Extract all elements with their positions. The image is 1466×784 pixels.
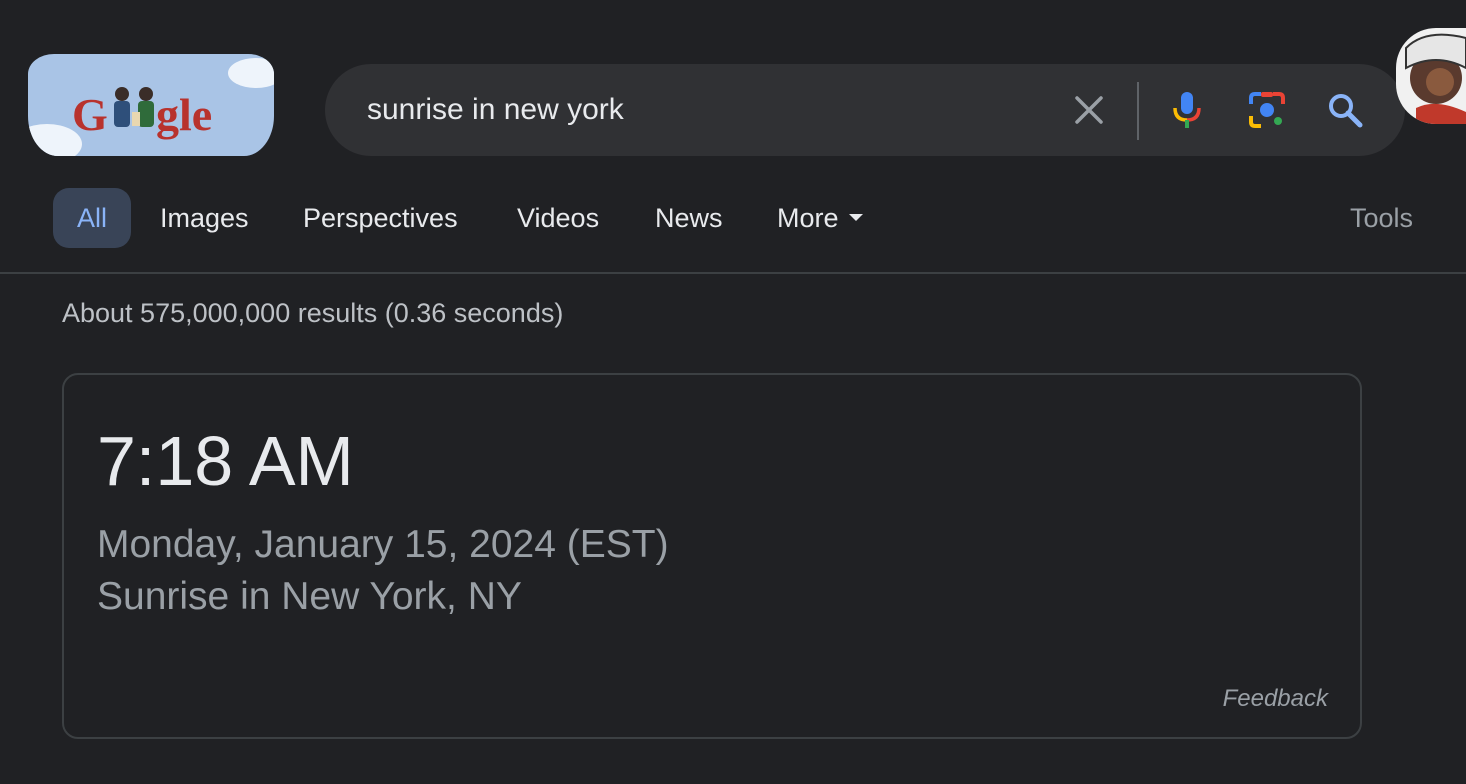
sunrise-location: Sunrise in New York, NY <box>97 575 522 618</box>
svg-text:gle: gle <box>156 89 212 140</box>
caret-down-icon <box>848 214 863 222</box>
sunrise-answer-card: 7:18 AM Monday, January 15, 2024 (EST) S… <box>62 373 1362 739</box>
sunrise-time: 7:18 AM <box>97 422 354 500</box>
tab-images[interactable]: Images <box>160 188 249 248</box>
tab-more[interactable]: More <box>777 188 863 248</box>
doodle-art-avatar[interactable] <box>1396 28 1466 124</box>
close-icon[interactable] <box>1069 90 1109 130</box>
svg-text:G: G <box>72 89 108 140</box>
searchbox-divider <box>1137 82 1139 140</box>
google-doodle-logo[interactable]: G gle <box>28 54 274 156</box>
tab-perspectives[interactable]: Perspectives <box>303 188 458 248</box>
search-input[interactable]: sunrise in new york <box>367 64 624 156</box>
tab-videos[interactable]: Videos <box>517 188 599 248</box>
camera-lens-icon[interactable] <box>1247 90 1287 130</box>
feedback-link[interactable]: Feedback <box>1223 685 1328 713</box>
tab-all[interactable]: All <box>53 188 132 248</box>
search-tabs: All Images Perspectives Videos News More… <box>0 188 1466 248</box>
search-box[interactable]: sunrise in new york <box>325 64 1405 156</box>
search-results-page: G gle sunrise in new york All Images Per… <box>0 0 1466 784</box>
search-icon[interactable] <box>1325 90 1365 130</box>
tools-button[interactable]: Tools <box>1350 188 1413 248</box>
sunrise-date: Monday, January 15, 2024 (EST) <box>97 523 669 566</box>
microphone-icon[interactable] <box>1167 90 1207 130</box>
tabs-divider <box>0 272 1466 274</box>
tab-more-label: More <box>777 203 839 233</box>
result-stats: About 575,000,000 results (0.36 seconds) <box>62 298 564 328</box>
tab-news[interactable]: News <box>655 188 723 248</box>
